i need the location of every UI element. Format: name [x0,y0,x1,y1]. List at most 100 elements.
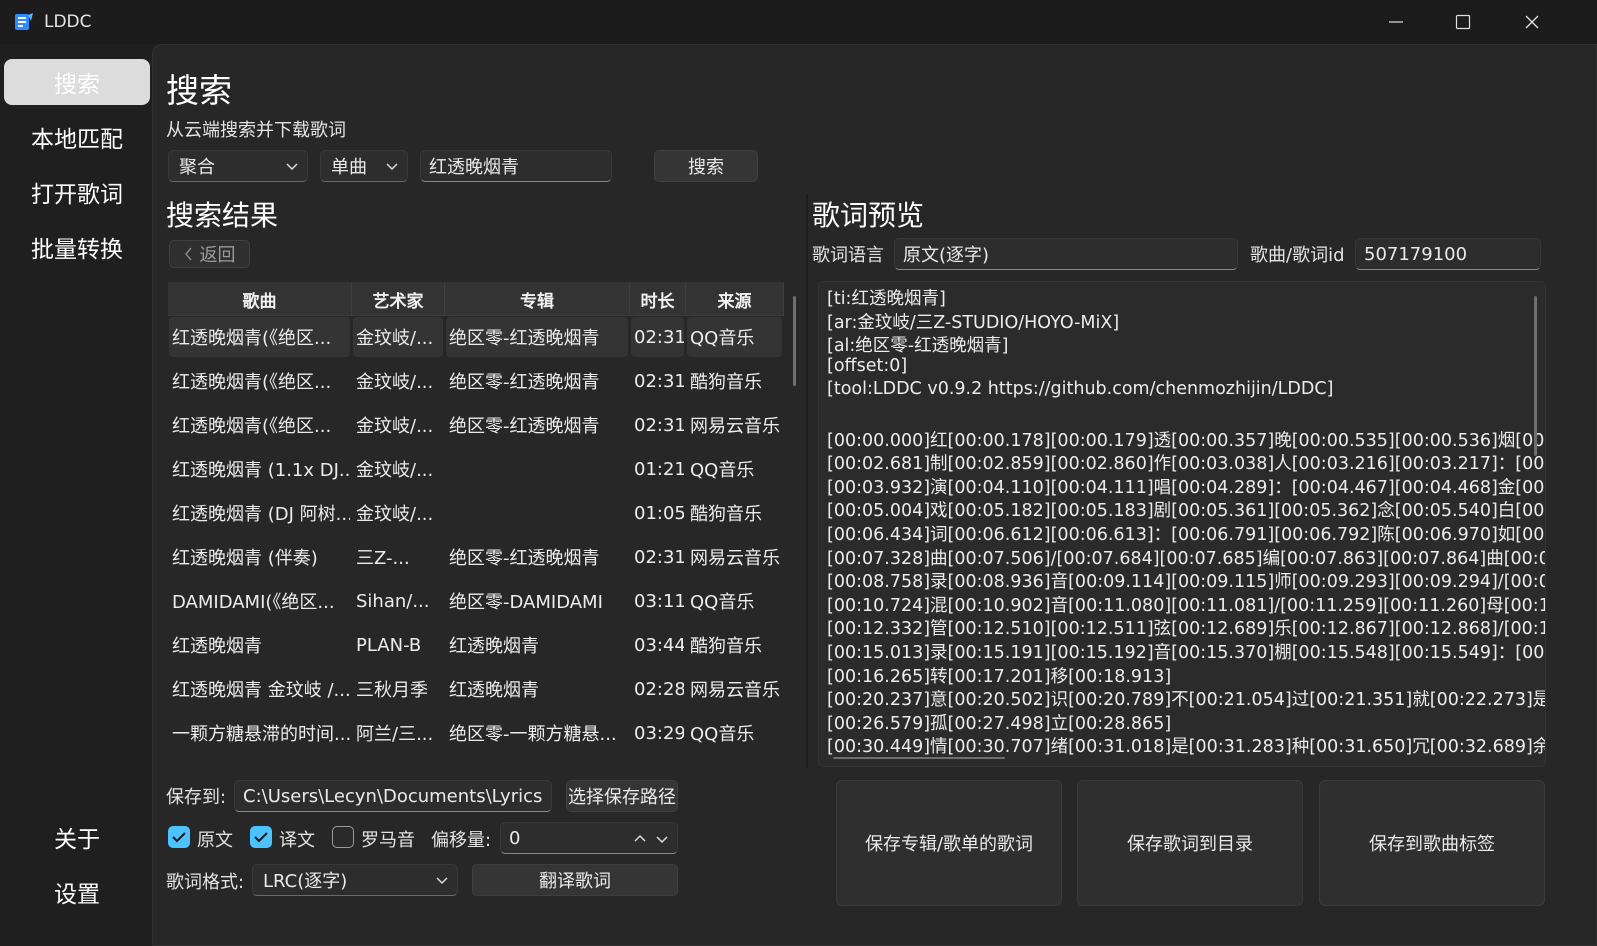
lyrics-line: [ti:红透晚烟青] [827,289,946,309]
lyrics-line: [00:26.579]孤[00:27.498]立[00:28.865] [827,713,1172,734]
chevron-down-icon [286,163,298,171]
romaji-checkbox[interactable] [332,826,354,848]
cell-song: DAMIDAMI(《绝区... [172,592,335,613]
table-row[interactable]: 红透晚烟青(《绝区... 金玟岐/... 绝区零-红透晚烟青 02:31 酷狗音乐 [168,361,784,401]
table-row[interactable]: 红透晚烟青 (DJ 阿树... 金玟岐/... 01:05 酷狗音乐 [168,493,784,533]
results-title: 搜索结果 [166,199,279,232]
nav-item-label: 批量转换 [31,237,123,263]
cell-song: 红透晚烟青(《绝区... [172,328,332,349]
chevron-left-icon [184,247,192,261]
checkmark-icon [172,832,186,843]
cell-source: 网易云音乐 [690,548,780,569]
nav-item-batch-convert[interactable]: 批量转换 [4,224,150,270]
lyrics-line: [00:02.681]制[00:02.859][00:02.860]作[00:0… [827,454,1546,475]
cell-duration: 02:28 [634,678,684,700]
type-select[interactable]: 单曲 [320,150,408,182]
chevron-down-icon[interactable] [655,832,669,846]
window-title: LDDC [44,12,92,32]
cell-album: 绝区零-红透晚烟青 [449,548,600,569]
preview-horizontal-scrollbar[interactable] [833,757,1005,759]
cell-duration: 01:21 [634,458,684,480]
column-header-song[interactable]: 歌曲 [168,282,352,316]
lyrics-line: [00:07.328]曲[00:07.506]/[00:07.684][00:0… [827,548,1546,569]
column-header-source[interactable]: 来源 [686,282,784,316]
song-id-label: 歌曲/歌词id [1250,245,1345,266]
nav-item-label: 搜索 [54,72,100,98]
nav-item-about[interactable]: 关于 [4,814,150,860]
column-header-artist[interactable]: 艺术家 [352,282,445,316]
page-subtitle: 从云端搜索并下载歌词 [166,120,346,141]
cell-artist: 三Z-... [356,548,410,569]
original-checkbox[interactable] [168,826,190,848]
format-select-value: LRC(逐字) [263,871,348,892]
minimize-icon [1389,21,1403,23]
romaji-label: 罗马音 [361,830,415,851]
cell-source: QQ音乐 [690,460,755,481]
close-button[interactable] [1497,0,1567,44]
cell-artist: 金玟岐/... [356,416,434,437]
table-row[interactable]: 红透晚烟青 (1.1x DJ... 金玟岐/... 01:21 QQ音乐 [168,449,784,489]
cell-album: 绝区零-DAMIDAMI [449,592,603,613]
cell-artist: 三秋月季 [356,680,428,701]
search-input-value: 红透晚烟青 [429,157,519,178]
cell-album: 绝区零-一颗方糖悬... [449,724,617,745]
cell-duration: 02:31 [634,326,684,348]
save-to-song-tag-button[interactable]: 保存到歌曲标签 [1319,780,1545,906]
nav-item-search[interactable]: 搜索 [4,59,150,105]
cell-album: 绝区零-红透晚烟青 [449,372,600,393]
cell-source: QQ音乐 [690,328,755,349]
table-row[interactable]: 红透晚烟青(《绝区... 金玟岐/... 绝区零-红透晚烟青 02:31 QQ音乐 [168,317,784,357]
lyrics-line: [00:03.932]演[00:04.110][00:04.111]唱[00:0… [827,477,1546,498]
cell-duration: 03:29 [634,722,684,744]
source-select[interactable]: 聚合 [168,150,308,182]
preview-vertical-scrollbar[interactable] [1534,296,1537,456]
splitter[interactable] [806,194,808,768]
translate-lyrics-button[interactable]: 翻译歌词 [472,864,678,896]
lyrics-line: [tool:LDDC v0.9.2 https://github.com/che… [827,379,1334,400]
cell-source: 酷狗音乐 [690,372,762,393]
original-label: 原文 [197,830,233,851]
cell-artist: PLAN-B [356,634,422,656]
search-button[interactable]: 搜索 [654,150,758,182]
lyrics-preview[interactable]: [ti:红透晚烟青] [ar:金玟岐/三Z-STUDIO/HOYO-MiX] [al… [818,281,1546,767]
save-path-value: C:\Users\Lecyn\Documents\Lyrics [243,785,543,807]
lyrics-line: [00:20.237]意[00:20.502]识[00:20.789]不[00:… [827,690,1546,711]
save-album-lyrics-button[interactable]: 保存专辑/歌单的歌词 [836,780,1062,906]
nav-item-local-match[interactable]: 本地匹配 [4,114,150,160]
cell-source: 网易云音乐 [690,680,780,701]
page-title: 搜索 [166,71,232,110]
table-row[interactable]: 红透晚烟青 金玟岐 /... 三秋月季 红透晚烟青 02:28 网易云音乐 [168,669,784,709]
back-button-label: 返回 [199,245,236,266]
minimize-button[interactable] [1361,0,1431,44]
lyrics-line: [ar:金玟岐/三Z-STUDIO/HOYO-MiX] [827,312,1120,333]
nav-item-settings[interactable]: 设置 [4,869,150,915]
song-id-field[interactable]: 507179100 [1355,238,1541,270]
cell-artist: 金玟岐/... [356,372,434,393]
cell-album: 红透晚烟青 [449,680,539,701]
back-button[interactable]: 返回 [169,240,250,268]
column-header-album[interactable]: 专辑 [445,282,630,316]
choose-save-path-button[interactable]: 选择保存路径 [566,780,678,812]
cell-source: 酷狗音乐 [690,504,762,525]
chevron-up-icon[interactable] [633,832,647,846]
offset-spinbox[interactable]: 0 [500,822,678,854]
maximize-button[interactable] [1428,0,1498,44]
format-select[interactable]: LRC(逐字) [252,864,458,896]
lyrics-line: [00:30.449]情[00:30.707]绪[00:31.018]是[00:… [827,737,1546,758]
column-header-duration[interactable]: 时长 [630,282,686,316]
nav-item-open-lyrics[interactable]: 打开歌词 [4,169,150,215]
translation-checkbox[interactable] [250,826,272,848]
cell-song: 红透晚烟青(《绝区... [172,416,332,437]
cell-duration: 02:31 [634,546,684,568]
table-row[interactable]: 红透晚烟青(《绝区... 金玟岐/... 绝区零-红透晚烟青 02:31 网易云音乐 [168,405,784,445]
table-row[interactable]: 红透晚烟青 (伴奏) 三Z-... 绝区零-红透晚烟青 02:31 网易云音乐 [168,537,784,577]
table-row[interactable]: 一颗方糖悬滞的时间... 阿兰/三... 绝区零-一颗方糖悬... 03:29 QQ音乐 [168,713,784,753]
table-row[interactable]: 红透晚烟青 PLAN-B 红透晚烟青 03:44 酷狗音乐 [168,625,784,665]
table-row[interactable]: DAMIDAMI(《绝区... Sihan/... 绝区零-DAMIDAMI 03:1… [168,581,784,621]
search-input[interactable]: 红透晚烟青 [420,150,612,182]
save-lyrics-to-dir-button[interactable]: 保存歌词到目录 [1077,780,1303,906]
save-path-input[interactable]: C:\Users\Lecyn\Documents\Lyrics [234,780,552,812]
results-scrollbar[interactable] [793,296,796,386]
cell-duration: 03:11 [634,590,684,612]
lyrics-language-field[interactable]: 原文(逐字) [894,238,1238,270]
